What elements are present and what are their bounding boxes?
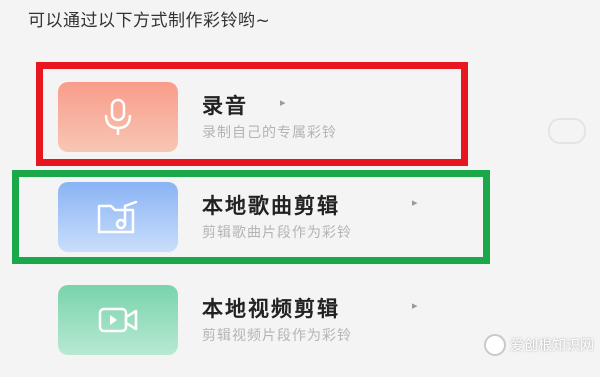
highlight-frame-green	[12, 170, 490, 264]
option-title: 本地视频剪辑	[202, 297, 340, 321]
highlight-frame-red	[36, 62, 468, 166]
option-local-video-edit[interactable]: 本地视频剪辑 ▸ 剪辑视频片段作为彩铃	[0, 285, 600, 377]
site-watermark: 爱创根知识网	[484, 334, 594, 356]
watermark-text: 爱创根知识网	[510, 338, 594, 354]
video-icon-tile	[58, 285, 178, 355]
watermark-logo-icon	[484, 334, 506, 356]
page-header: 可以通过以下方式制作彩铃哟~	[28, 11, 271, 31]
video-camera-icon	[98, 307, 138, 333]
chevron-right-icon: ▸	[412, 299, 418, 312]
option-subtitle: 剪辑视频片段作为彩铃	[202, 328, 352, 344]
